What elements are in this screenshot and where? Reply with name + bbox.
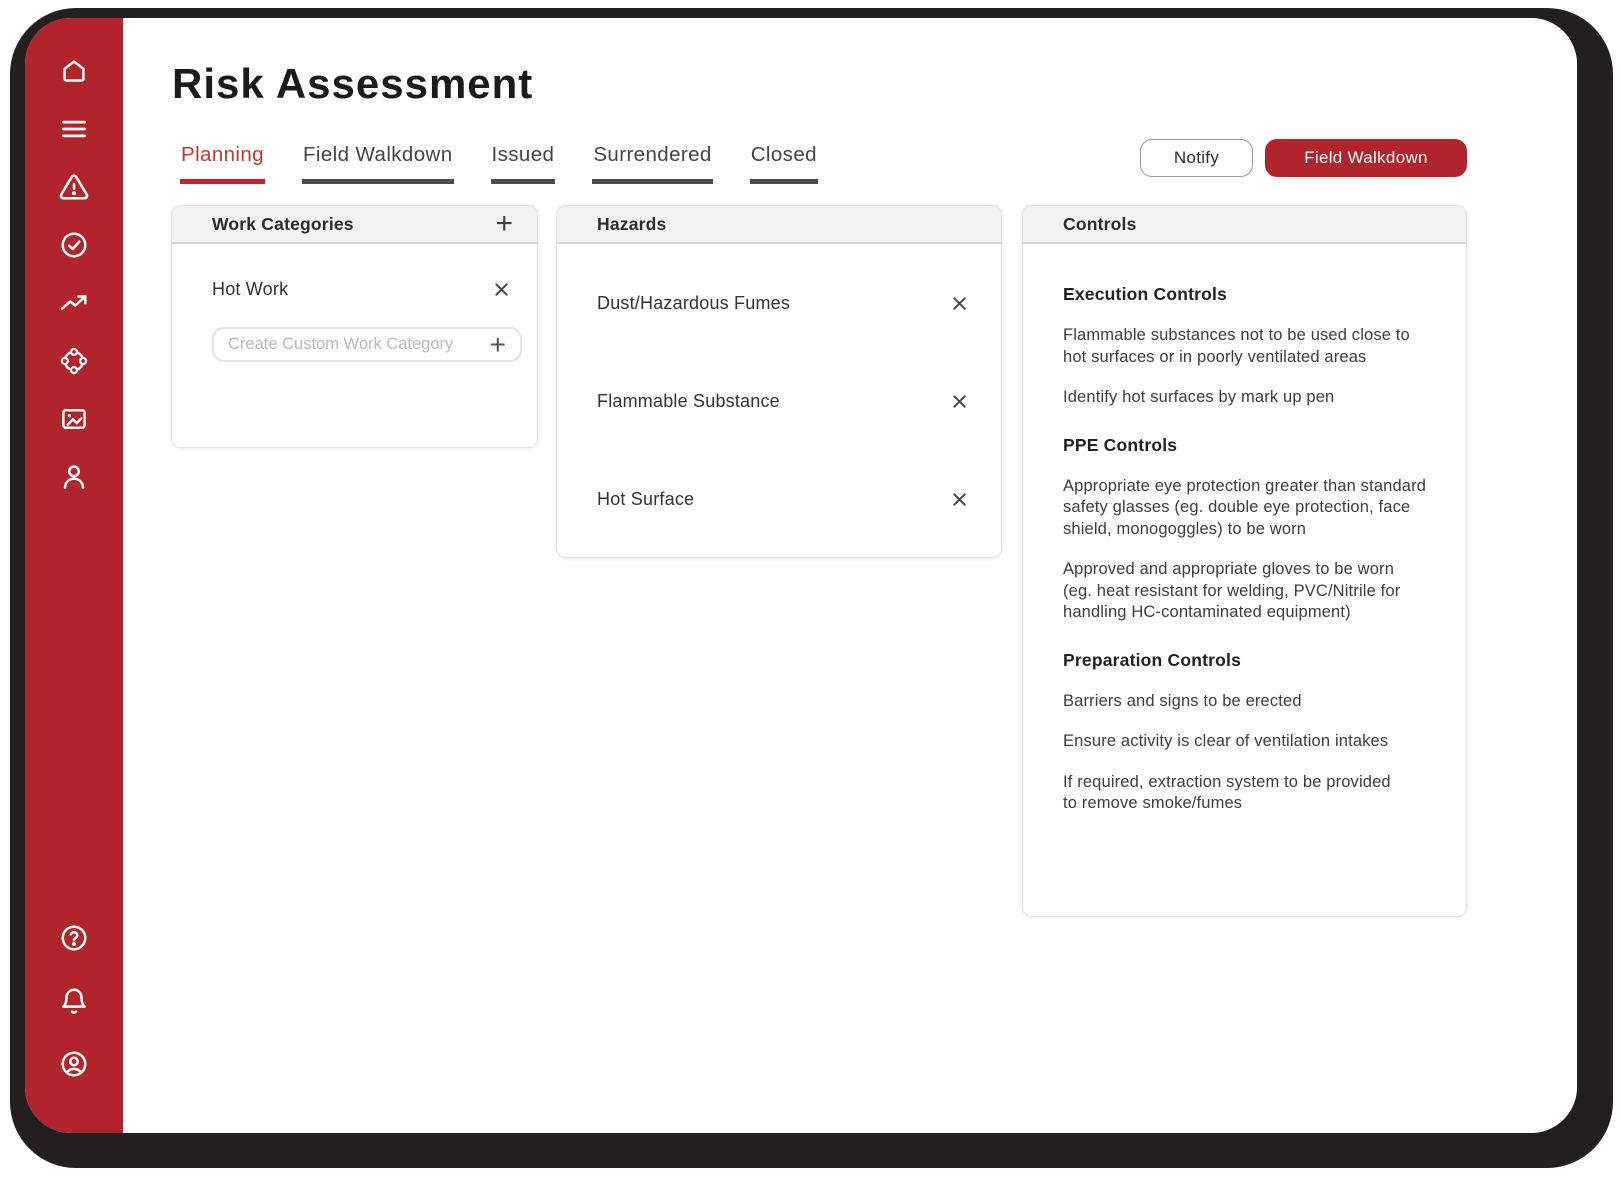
hazards-title: Hazards	[597, 214, 667, 235]
account-icon[interactable]	[59, 1049, 89, 1079]
trending-up-icon[interactable]	[59, 288, 89, 318]
main-content: Risk Assessment Planning Field Walkdown Is…	[123, 18, 1577, 1133]
field-walkdown-button[interactable]: Field Walkdown	[1265, 139, 1467, 177]
work-category-label: Hot Work	[212, 279, 288, 300]
tab-issued[interactable]: Issued	[491, 143, 556, 184]
control-item: Identify hot surfaces by mark up pen	[1063, 387, 1441, 409]
create-work-category-icon[interactable]: +	[486, 331, 510, 359]
custom-work-category-input[interactable]	[228, 335, 486, 354]
tab-planning[interactable]: Planning	[180, 143, 265, 184]
notifications-bell-icon[interactable]	[59, 986, 89, 1016]
control-item: Flammable substances not to be used clos…	[1063, 325, 1441, 368]
control-item: Approved and appropriate gloves to be wo…	[1063, 559, 1441, 624]
hazard-row: Dust/Hazardous Fumes	[557, 254, 1001, 352]
gallery-icon[interactable]	[59, 404, 89, 434]
screen: Risk Assessment Planning Field Walkdown Is…	[0, 0, 1623, 1180]
app-window: Risk Assessment Planning Field Walkdown Is…	[25, 18, 1577, 1133]
tab-closed[interactable]: Closed	[750, 143, 818, 184]
tab-bar: Planning Field Walkdown Issued Surrendered C…	[180, 143, 818, 184]
work-categories-title: Work Categories	[212, 214, 354, 235]
control-item: If required, extraction system to be pro…	[1063, 772, 1441, 815]
remove-hazard-icon[interactable]	[948, 390, 971, 413]
page-title: Risk Assessment	[172, 60, 533, 108]
control-item: Appropriate eye protection greater than …	[1063, 476, 1441, 541]
remove-hazard-icon[interactable]	[948, 488, 971, 511]
work-category-list: Hot Work	[172, 278, 537, 301]
custom-work-category-field[interactable]: +	[212, 327, 522, 362]
controls-header: Controls	[1023, 206, 1466, 244]
remove-work-category-icon[interactable]	[490, 278, 513, 301]
tab-field-walkdown[interactable]: Field Walkdown	[302, 143, 454, 184]
hazard-row: Hot Surface	[557, 450, 1001, 548]
device-frame: Risk Assessment Planning Field Walkdown Is…	[10, 8, 1613, 1168]
controls-body: Execution Controls Flammable substances n…	[1023, 244, 1466, 815]
check-circle-icon[interactable]	[59, 230, 89, 260]
hazards-list: Dust/Hazardous Fumes Flammable Substance H…	[557, 244, 1001, 548]
sidebar-bottom-icons	[59, 923, 89, 1079]
controls-panel: Controls Execution Controls Flammable sub…	[1022, 205, 1467, 917]
help-icon[interactable]	[59, 923, 89, 953]
network-icon[interactable]	[59, 346, 89, 376]
control-section-heading: PPE Controls	[1063, 435, 1441, 456]
sidebar	[25, 18, 123, 1133]
hazard-label: Flammable Substance	[597, 391, 780, 412]
tab-surrendered[interactable]: Surrendered	[592, 143, 712, 184]
hazard-label: Hot Surface	[597, 489, 694, 510]
hazard-label: Dust/Hazardous Fumes	[597, 293, 790, 314]
alert-triangle-icon[interactable]	[59, 172, 89, 202]
controls-title: Controls	[1063, 214, 1137, 235]
add-work-category-icon[interactable]: +	[493, 209, 515, 239]
remove-hazard-icon[interactable]	[948, 292, 971, 315]
menu-icon[interactable]	[59, 114, 89, 144]
control-section-heading: Execution Controls	[1063, 284, 1441, 305]
user-icon[interactable]	[59, 462, 89, 492]
hazards-header: Hazards	[557, 206, 1001, 244]
hazards-panel: Hazards Dust/Hazardous Fumes Flammable Su…	[556, 205, 1002, 558]
control-item: Ensure activity is clear of ventilation …	[1063, 731, 1441, 753]
sidebar-top-icons	[59, 56, 89, 492]
notify-button[interactable]: Notify	[1140, 139, 1253, 177]
work-categories-panel: Work Categories + Hot Work +	[171, 205, 538, 448]
control-section-heading: Preparation Controls	[1063, 650, 1441, 671]
hazard-row: Flammable Substance	[557, 352, 1001, 450]
control-item: Barriers and signs to be erected	[1063, 691, 1441, 713]
home-icon[interactable]	[59, 56, 89, 86]
work-category-row: Hot Work	[172, 278, 537, 301]
work-categories-header: Work Categories +	[172, 206, 537, 244]
